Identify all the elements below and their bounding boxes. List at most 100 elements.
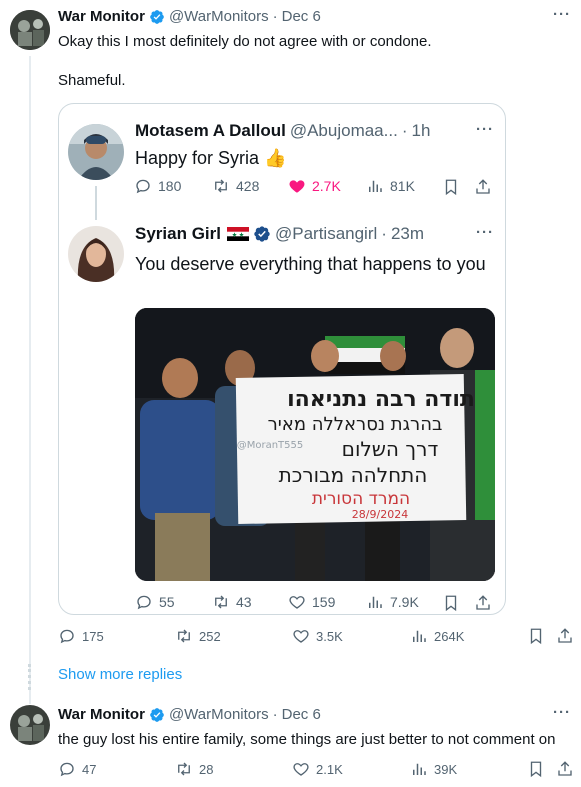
author-name[interactable]: War Monitor <box>58 8 145 25</box>
like-action[interactable]: 159 <box>288 593 335 611</box>
views-count: 7.9K <box>390 594 419 610</box>
sign-line-5: המרד הסורית <box>312 489 410 509</box>
like-count: 159 <box>312 594 336 610</box>
tweet-time[interactable]: 23m <box>391 224 424 244</box>
share-icon[interactable] <box>556 760 574 778</box>
retweet-action[interactable]: 252 <box>175 627 221 645</box>
quote-parent-header: Motasem A Dalloul @Abujomaa... · 1h <box>135 121 495 141</box>
author-name[interactable]: Syrian Girl <box>135 224 221 244</box>
retweet-action[interactable]: 428 <box>212 177 259 195</box>
separator-dot: · <box>272 8 278 25</box>
like-count: 2.1K <box>316 761 343 777</box>
views-action[interactable]: 39K <box>410 760 457 778</box>
views-count: 39K <box>434 761 458 777</box>
retweet-action[interactable]: 43 <box>212 593 252 611</box>
views-count: 264K <box>434 628 465 644</box>
reply-action[interactable]: 47 <box>58 760 96 778</box>
verified-badge-icon <box>150 9 164 24</box>
verified-badge-icon <box>150 707 164 722</box>
sign-line-4: התחלהה מבורכת <box>279 463 428 487</box>
tweet-time[interactable]: 1h <box>411 121 430 141</box>
thread-connector <box>29 56 31 696</box>
views-count: 81K <box>390 178 415 194</box>
tweet1-header: War Monitor @WarMonitors · Dec 6 <box>58 8 518 25</box>
bookmark-icon[interactable] <box>527 760 545 778</box>
author-name[interactable]: War Monitor <box>58 706 145 723</box>
views-icon <box>369 180 382 192</box>
more-icon[interactable]: ··· <box>553 6 571 23</box>
reply-icon <box>137 595 151 610</box>
sign-line-1: תודה רבה נתניאהו <box>287 387 475 412</box>
author-handle[interactable]: @WarMonitors <box>169 8 269 25</box>
author-handle[interactable]: @Abujomaa... <box>290 121 398 141</box>
views-action[interactable]: 7.9K <box>366 593 419 611</box>
retweet-count: 43 <box>236 594 252 610</box>
like-count: 3.5K <box>316 628 343 644</box>
reply-action[interactable]: 175 <box>58 627 104 645</box>
tweet2-header: War Monitor @WarMonitors · Dec 6 <box>58 706 518 723</box>
motasem-avatar[interactable] <box>68 124 124 180</box>
retweet-icon <box>178 762 190 776</box>
reply-count: 175 <box>82 628 104 644</box>
like-action[interactable]: 3.5K <box>292 627 343 645</box>
retweet-count: 428 <box>236 178 260 194</box>
bookmark-icon[interactable] <box>442 178 460 196</box>
reply-action[interactable]: 55 <box>135 593 175 611</box>
more-icon[interactable]: ··· <box>553 704 571 721</box>
attached-photo[interactable]: תודה רבה נתניאהו בהרגת נסראללה מאיר דרך … <box>135 308 495 581</box>
war-monitor-avatar[interactable] <box>10 705 50 745</box>
reply-action[interactable]: 180 <box>134 177 181 195</box>
war-monitor-avatar[interactable] <box>10 10 50 50</box>
share-icon[interactable] <box>474 594 492 612</box>
share-icon[interactable] <box>556 627 574 645</box>
tweet1-text-line1: Okay this I most definitely do not agree… <box>58 33 432 50</box>
photo-watermark: @MoranT555 <box>237 440 304 451</box>
tweet2-text: the guy lost his entire family, some thi… <box>58 731 556 748</box>
author-handle[interactable]: @Partisangirl <box>275 224 377 244</box>
syrian-girl-avatar[interactable] <box>68 226 124 282</box>
dotted-connector <box>28 664 32 690</box>
more-icon[interactable]: ··· <box>476 121 494 138</box>
sign-line-3: דרך השלום <box>342 437 439 461</box>
quote-reply-header: Syrian Girl @Partisangirl · 23m <box>135 224 495 244</box>
reply-icon <box>136 179 150 194</box>
like-icon <box>289 180 305 193</box>
like-icon <box>293 630 309 643</box>
reply-count: 47 <box>82 761 97 777</box>
quote-thread-connector <box>95 186 97 220</box>
like-icon <box>293 763 309 776</box>
author-name[interactable]: Motasem A Dalloul <box>135 121 286 141</box>
reply-icon <box>60 629 74 644</box>
views-icon <box>413 630 426 642</box>
more-icon[interactable]: ··· <box>476 224 494 241</box>
separator-dot: · <box>272 706 278 723</box>
tweet-date[interactable]: Dec 6 <box>282 8 321 25</box>
separator-dot: · <box>381 224 387 243</box>
retweet-icon <box>178 629 190 643</box>
show-more-replies-link[interactable]: Show more replies <box>58 666 182 683</box>
retweet-icon <box>215 595 227 609</box>
syria-flag-icon <box>226 227 249 241</box>
tweet1-text-line2: Shameful. <box>58 72 126 89</box>
retweet-count: 252 <box>199 628 221 644</box>
views-action[interactable]: 264K <box>410 627 464 645</box>
tweet-date[interactable]: Dec 6 <box>282 706 321 723</box>
bookmark-icon[interactable] <box>442 594 460 612</box>
sign-date: 28/9/2024 <box>352 508 408 521</box>
retweet-count: 28 <box>199 761 214 777</box>
like-action[interactable]: 2.1K <box>292 760 343 778</box>
author-handle[interactable]: @WarMonitors <box>169 706 269 723</box>
views-icon <box>369 596 382 608</box>
views-icon <box>413 763 426 775</box>
quote-parent-text: Happy for Syria 👍 <box>135 146 287 170</box>
verified-badge-icon <box>254 226 270 242</box>
retweet-action[interactable]: 28 <box>175 760 213 778</box>
retweet-icon <box>215 179 227 193</box>
sign-line-2: בהרגת נסראללה מאיר <box>268 414 443 435</box>
views-action[interactable]: 81K <box>366 177 415 195</box>
bookmark-icon[interactable] <box>527 627 545 645</box>
like-icon <box>289 596 305 609</box>
like-action[interactable]: 2.7K <box>288 177 341 195</box>
share-icon[interactable] <box>474 178 492 196</box>
quote-reply-text: You deserve everything that happens to y… <box>135 254 486 274</box>
